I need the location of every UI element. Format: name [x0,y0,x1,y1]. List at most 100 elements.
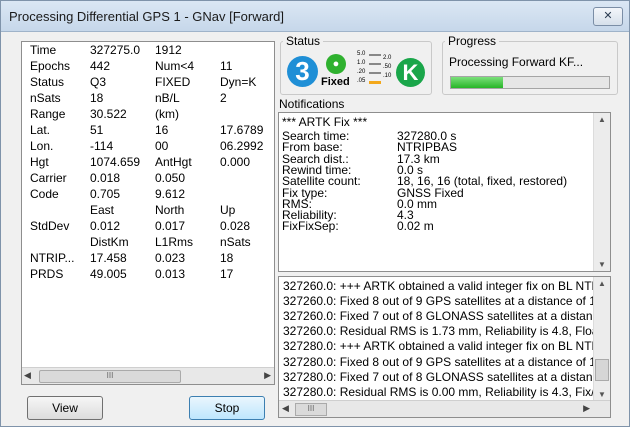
kinematic-badge: K [396,58,425,87]
grid-cell: 06.2992 [220,139,264,153]
grid-cell: 11 [220,59,233,73]
grid-row: Lon. -114 00 06.2992 [22,138,263,154]
progress-bar-fill [451,77,504,88]
grid-cell: 0.028 [220,219,251,233]
grid-cell: 18 [220,251,234,265]
scroll-right-icon[interactable]: ▶ [583,403,590,414]
scroll-left-icon[interactable]: ◀ [282,403,289,414]
grid-cell: 1912 [155,43,182,57]
grid-cell: 49.005 [90,267,127,281]
grid-cell: East [90,203,115,217]
notification-key: FixFixSep: [282,219,339,234]
scroll-right-icon[interactable]: ▶ [264,370,271,381]
processing-window: Processing Differential GPS 1 - GNav [Fo… [0,0,630,427]
grid-cell: Range [30,107,66,121]
grid-row: Hgt 1074.659 AntHgt 0.000 [22,154,263,170]
grid-cell: nSats [30,91,61,105]
grid-cell: 0.705 [90,187,121,201]
grid-cell [22,202,82,218]
close-button[interactable]: ✕ [593,7,623,26]
grid-cell: nB/L [155,91,180,105]
solution-grid: Time 327275.0 1912 Epochs 442 Num<4 11 Status Q3… [22,42,263,282]
grid-row: Epochs 442 Num<4 11 [22,58,263,74]
grid-cell: 0.000 [220,155,251,169]
grid-cell: 0.012 [90,219,121,233]
grid-cell: Carrier [30,171,67,185]
log-horizontal-thumb[interactable]: III [295,403,327,416]
log-line: 327260.0: +++ ARTK obtained a valid inte… [283,279,604,293]
grid-cell: Time [30,43,57,57]
grid-cell: L1Rms [155,235,194,249]
grid-cell: nSats [220,235,251,249]
log-horizontal-scrollbar[interactable]: ◀ III ▶ [279,400,610,417]
grid-cell: Hgt [30,155,49,169]
log-line: 327280.0: Fixed 8 out of 9 GPS satellite… [283,354,603,369]
progress-label: Progress [445,34,500,48]
grid-cell: NTRIP... [30,251,75,265]
grid-cell: 0.050 [155,171,186,185]
grid-cell: 0.013 [155,267,186,281]
scroll-down-icon[interactable]: ▼ [598,260,606,269]
scroll-left-icon[interactable]: ◀ [24,370,31,381]
progress-bar [450,76,610,89]
grid-cell [22,234,82,250]
fixed-indicator-icon: ● [326,54,346,74]
grid-cell: AntHgt [155,155,192,169]
grid-cell: 0.018 [90,171,121,185]
grid-row: Lat. 51 16 17.6789 [22,122,263,138]
grid-horizontal-scrollbar[interactable]: ◀ III ▶ [22,367,274,384]
grid-cell: Status [30,75,65,89]
grid-cell: Dyn=K [220,75,257,89]
fixed-label: Fixed [321,76,350,88]
scroll-up-icon[interactable]: ▲ [598,115,606,124]
grid-row: StdDev 0.012 0.017 0.028 [22,218,263,234]
grid-cell: Code [30,187,59,201]
grid-row: Status Q3 FIXED Dyn=K [22,74,263,90]
grid-row: Time 327275.0 1912 [22,42,263,58]
grid-cell: Lat. [30,123,51,137]
log-line: 327260.0: Fixed 7 out of 8 GLONASS satel… [283,309,606,324]
scroll-down-icon[interactable]: ▼ [598,390,606,399]
notifications-panel[interactable]: *** ARTK Fix *** ▲ ▼ Search time: 327280.… [278,112,611,272]
grid-cell [212,106,263,122]
log-line: 327280.0: Residual RMS is 0.00 mm, Relia… [283,384,605,399]
grid-cell: 30.522 [90,107,127,121]
log-line: 327260.0: Fixed 8 out of 9 GPS satellite… [283,294,603,309]
grid-cell: 1074.659 [90,155,141,169]
grid-cell: 0.017 [155,219,186,233]
grid-cell: 2 [220,91,227,105]
progress-text: Processing Forward KF... [449,55,584,69]
scroll-up-icon[interactable]: ▲ [598,279,606,288]
grid-cell: Epochs [30,59,71,73]
title-bar[interactable]: Processing Differential GPS 1 - GNav [Fo… [1,1,629,32]
grid-cell: Up [220,203,236,217]
log-line: 327260.0: Residual RMS is 1.73 mm, Relia… [283,324,606,339]
grid-cell: Num<4 [155,59,195,73]
grid-row: nSats 18 nB/L 2 [22,90,263,106]
grid-cell: 9.612 [155,187,186,201]
grid-row: Carrier 0.018 0.050 [22,170,263,186]
grid-cell: 0.023 [155,251,186,265]
log-vertical-scrollbar[interactable]: ▲ ▼ [593,277,610,401]
processing-log[interactable]: 327280.0: Residual RMS is 0.00 mm, Relia… [278,276,611,418]
solution-grid-panel: Time 327275.0 1912 Epochs 442 Num<4 11 Status Q3… [21,41,275,385]
notification-value: 0.02 m [397,219,434,234]
grid-scroll-thumb[interactable]: III [39,370,181,383]
view-button[interactable]: View [27,396,103,420]
grid-cell: Lon. [30,139,54,153]
grid-cell: DistKm [90,235,129,249]
quality-number-badge: 3 [287,56,318,87]
grid-cell: 51 [90,123,104,137]
log-scroll-thumb[interactable] [595,359,609,381]
notifications-scrollbar[interactable]: ▲ ▼ [593,113,610,271]
stop-button[interactable]: Stop [189,396,265,420]
notification-header: *** ARTK Fix *** [282,115,368,129]
grid-row: East North Up [22,202,263,218]
accuracy-scale-icon: 5.0 1.0 .20 .05 2.0 .50 .10 [357,51,392,84]
grid-cell: 16 [155,123,169,137]
grid-cell: (km) [155,107,179,121]
grid-cell: 17.6789 [220,123,264,137]
notifications-label: Notifications [279,97,345,111]
grid-row: Range 30.522 (km) [22,106,263,122]
window-title: Processing Differential GPS 1 - GNav [Fo… [9,9,285,24]
